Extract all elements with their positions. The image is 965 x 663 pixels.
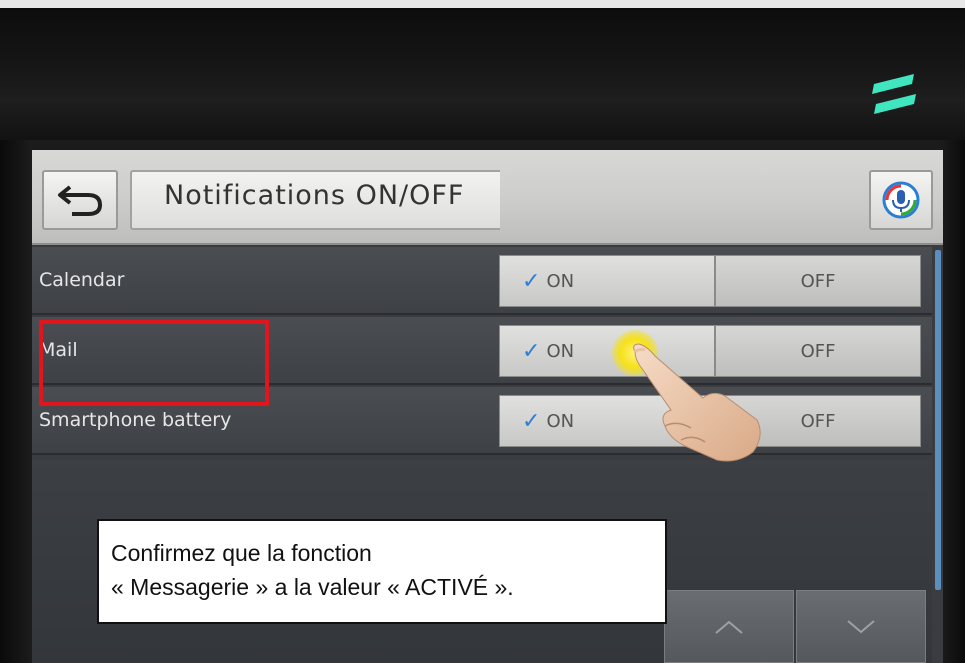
scroll-up-button[interactable] bbox=[664, 590, 794, 663]
setting-row-calendar: Calendar ✓ ON OFF bbox=[32, 247, 932, 315]
check-icon: ✓ bbox=[522, 338, 541, 364]
off-label: OFF bbox=[800, 340, 836, 362]
off-label: OFF bbox=[800, 270, 836, 292]
setting-label: Smartphone battery bbox=[39, 409, 232, 431]
page-title: Notifications ON/OFF bbox=[164, 180, 465, 211]
bezel-right bbox=[943, 140, 965, 663]
bezel-left bbox=[0, 140, 32, 663]
back-button[interactable] bbox=[42, 170, 118, 230]
calendar-on-button[interactable]: ✓ ON bbox=[499, 255, 715, 307]
chevron-down-icon bbox=[847, 619, 875, 633]
voice-button[interactable] bbox=[869, 170, 933, 230]
scroll-down-button[interactable] bbox=[796, 590, 926, 663]
on-label: ON bbox=[546, 270, 575, 292]
brand-logo-icon bbox=[872, 74, 916, 114]
chevron-up-icon bbox=[715, 620, 743, 634]
pointing-hand-icon bbox=[633, 343, 761, 462]
check-icon: ✓ bbox=[522, 268, 541, 294]
screen-header: Notifications ON/OFF bbox=[32, 150, 943, 245]
back-arrow-icon bbox=[58, 185, 103, 216]
instruction-caption: Confirmez que la fonction « Messagerie »… bbox=[97, 519, 667, 624]
microphone-icon bbox=[882, 181, 920, 219]
caption-line-1: Confirmez que la fonction bbox=[111, 540, 372, 566]
device-top-strip bbox=[0, 8, 965, 140]
calendar-off-button[interactable]: OFF bbox=[715, 255, 921, 307]
list-scrollbar[interactable] bbox=[935, 250, 941, 590]
mail-highlight-box bbox=[39, 320, 269, 406]
off-label: OFF bbox=[800, 410, 836, 432]
check-icon: ✓ bbox=[522, 408, 541, 434]
caption-line-2: « Messagerie » a la valeur « ACTIVÉ ». bbox=[111, 574, 514, 600]
on-label: ON bbox=[546, 410, 575, 432]
setting-label: Calendar bbox=[39, 269, 125, 291]
on-label: ON bbox=[546, 340, 575, 362]
